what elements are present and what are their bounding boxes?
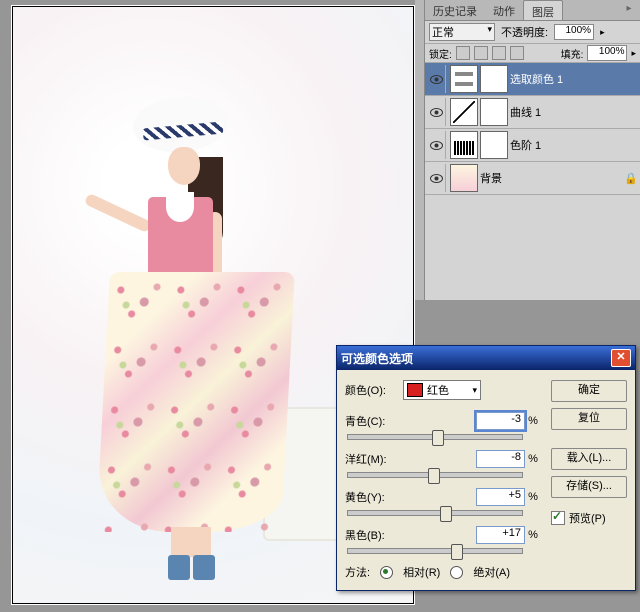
slider-input[interactable]: +5	[476, 488, 525, 506]
save-button[interactable]: 存储(S)...	[551, 476, 627, 498]
selective-color-dialog: 可选颜色选项 ✕ 颜色(O): 红色 青色(C):-3%洋红(M):-8%黄色(…	[336, 345, 636, 591]
percent-label: %	[525, 453, 541, 465]
slider-track[interactable]	[347, 472, 523, 478]
lock-row: 锁定: 填充: 100% ▸	[425, 44, 640, 63]
lock-position-icon[interactable]	[492, 46, 506, 60]
fill-arrow-icon[interactable]: ▸	[631, 48, 636, 59]
dialog-titlebar[interactable]: 可选颜色选项 ✕	[337, 346, 635, 370]
color-select[interactable]: 红色	[403, 380, 481, 400]
slider-row: 黄色(Y): +5%	[345, 488, 541, 516]
slider-input[interactable]: -3	[476, 412, 525, 430]
percent-label: %	[525, 491, 541, 503]
layer-name: 曲线 1	[510, 104, 638, 120]
checkbox-icon	[551, 511, 565, 525]
layer-row[interactable]: 曲线 1	[425, 96, 640, 129]
slider-row: 青色(C): -3%	[345, 412, 541, 440]
layer-mask-thumb[interactable]	[480, 98, 508, 126]
dialog-title: 可选颜色选项	[341, 350, 413, 367]
slider-thumb[interactable]	[428, 468, 440, 484]
layer-row[interactable]: 色阶 1	[425, 129, 640, 162]
visibility-icon[interactable]	[427, 98, 446, 126]
slider-label: 黑色(B):	[345, 527, 405, 543]
slider-row: 洋红(M): -8%	[345, 450, 541, 478]
lock-all-icon[interactable]	[510, 46, 524, 60]
slider-label: 洋红(M):	[345, 451, 405, 467]
slider-label: 黄色(Y):	[345, 489, 405, 505]
layer-name: 选取颜色 1	[510, 71, 638, 87]
opacity-arrow-icon[interactable]: ▸	[600, 27, 605, 38]
blend-row: 正常 不透明度: 100% ▸	[425, 21, 640, 44]
tab-layers[interactable]: 图层	[523, 0, 563, 20]
fill-label: 填充:	[561, 46, 584, 61]
slider-label: 青色(C):	[345, 413, 405, 429]
layer-name: 背景	[480, 170, 624, 186]
slider-thumb[interactable]	[451, 544, 463, 560]
layer-name: 色阶 1	[510, 137, 638, 153]
slider-track[interactable]	[347, 548, 523, 554]
radio-absolute[interactable]	[450, 566, 463, 579]
visibility-icon[interactable]	[427, 65, 446, 93]
tab-actions[interactable]: 动作	[485, 0, 523, 20]
layer-thumb[interactable]	[450, 164, 478, 192]
panel-menu-icon[interactable]: ▸	[622, 3, 636, 17]
panel-strip	[415, 0, 425, 300]
layers-list: 选取颜色 1 曲线 1 色阶 1 背景🔒	[425, 63, 640, 195]
layer-thumb[interactable]	[450, 65, 478, 93]
close-icon[interactable]: ✕	[611, 349, 631, 367]
fill-input[interactable]: 100%	[587, 45, 627, 61]
percent-label: %	[525, 415, 541, 427]
color-name: 红色	[427, 382, 449, 398]
slider-thumb[interactable]	[432, 430, 444, 446]
slider-track[interactable]	[347, 510, 523, 516]
visibility-icon[interactable]	[427, 164, 446, 192]
opacity-input[interactable]: 100%	[554, 24, 594, 40]
visibility-icon[interactable]	[427, 131, 446, 159]
slider-input[interactable]: -8	[476, 450, 525, 468]
slider-thumb[interactable]	[440, 506, 452, 522]
load-button[interactable]: 载入(L)...	[551, 448, 627, 470]
slider-row: 黑色(B): +17%	[345, 526, 541, 554]
slider-input[interactable]: +17	[476, 526, 525, 544]
lock-pixels-icon[interactable]	[474, 46, 488, 60]
layer-thumb[interactable]	[450, 131, 478, 159]
radio-relative[interactable]	[380, 566, 393, 579]
lock-transparent-icon[interactable]	[456, 46, 470, 60]
layer-mask-thumb[interactable]	[480, 65, 508, 93]
blend-mode-select[interactable]: 正常	[429, 23, 495, 41]
layer-thumb[interactable]	[450, 98, 478, 126]
panel-tabs: 历史记录 动作 图层 ▸	[425, 0, 640, 21]
slider-track[interactable]	[347, 434, 523, 440]
lock-icon: 🔒	[624, 172, 638, 185]
method-label: 方法:	[345, 564, 370, 580]
preview-label: 预览(P)	[569, 510, 606, 526]
percent-label: %	[525, 529, 541, 541]
layers-panel: 历史记录 动作 图层 ▸ 正常 不透明度: 100% ▸ 锁定: 填充: 100…	[425, 0, 640, 300]
method-row: 方法: 相对(R) 绝对(A)	[345, 564, 541, 580]
ok-button[interactable]: 确定	[551, 380, 627, 402]
opacity-label: 不透明度:	[501, 24, 548, 40]
tab-history[interactable]: 历史记录	[425, 0, 485, 20]
absolute-label[interactable]: 绝对(A)	[473, 564, 510, 580]
layer-row[interactable]: 选取颜色 1	[425, 63, 640, 96]
reset-button[interactable]: 复位	[551, 408, 627, 430]
color-swatch	[407, 383, 423, 397]
colors-label: 颜色(O):	[345, 382, 403, 398]
layer-mask-thumb[interactable]	[480, 131, 508, 159]
layer-row[interactable]: 背景🔒	[425, 162, 640, 195]
lock-label: 锁定:	[429, 46, 452, 61]
relative-label[interactable]: 相对(R)	[403, 564, 440, 580]
preview-checkbox[interactable]: 预览(P)	[551, 510, 627, 526]
